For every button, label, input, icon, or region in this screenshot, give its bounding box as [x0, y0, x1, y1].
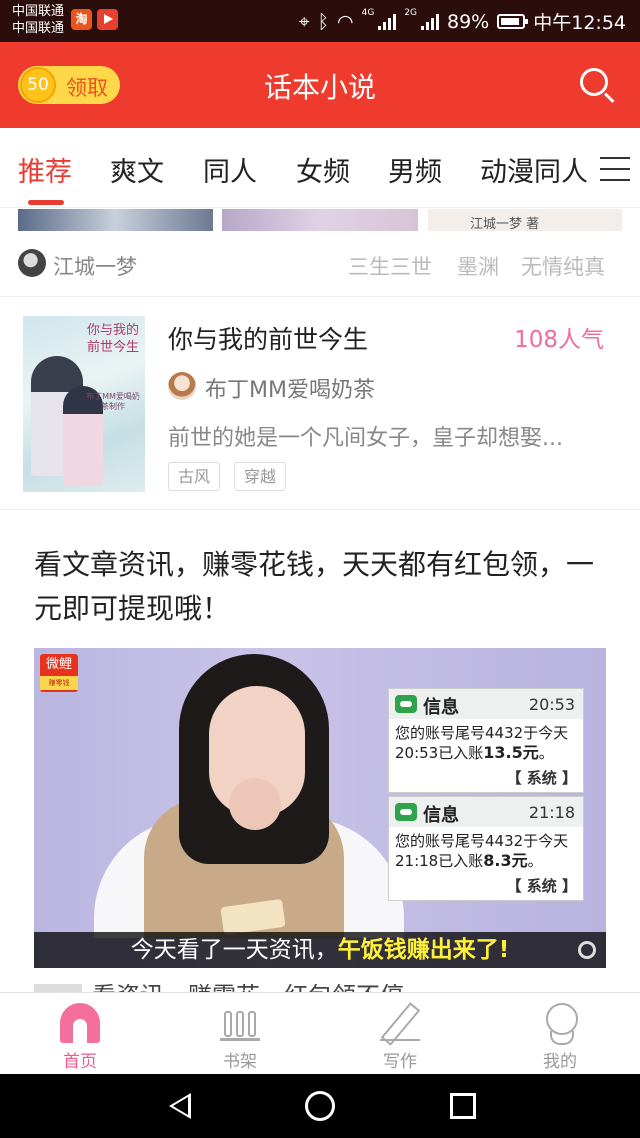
refresh-icon[interactable]	[578, 941, 596, 959]
status-bar: 中国联通 中国联通 淘 ⌖ ᛒ ◠ 4G 2G 89% 中午12:54	[0, 0, 640, 42]
recent-apps-icon[interactable]	[450, 1093, 476, 1119]
article-image[interactable]: 微鲤 赚零钱 信息 20:53 您的账号尾号4432于今天20:53已入账13.…	[34, 648, 606, 968]
carrier-2: 中国联通	[12, 21, 65, 36]
book-title[interactable]: 你与我的前世今生	[168, 320, 368, 356]
tab-anime-fanfic[interactable]: 动漫同人	[480, 150, 588, 189]
sms-notification: 信息 20:53 您的账号尾号4432于今天20:53已入账13.5元。 【 系…	[388, 688, 584, 793]
signal-icon	[378, 13, 397, 30]
work-tag[interactable]: 三生三世	[348, 251, 432, 281]
sms-notification: 信息 21:18 您的账号尾号4432于今天21:18已入账8.3元。 【 系统…	[388, 796, 584, 901]
signal-type-2: 2G	[404, 8, 417, 18]
weili-logo: 微鲤 赚零钱	[40, 654, 78, 692]
tab-recommended[interactable]: 推荐	[18, 150, 72, 189]
work-tag[interactable]: 墨渊	[457, 251, 499, 281]
app-title: 话本小说	[263, 71, 376, 104]
video-app-icon	[97, 9, 118, 30]
wifi-icon: ◠	[337, 10, 354, 33]
tab-male[interactable]: 男频	[388, 150, 442, 189]
back-icon[interactable]	[168, 1093, 191, 1119]
home-button-icon[interactable]	[305, 1091, 335, 1121]
profile-icon	[540, 1003, 580, 1045]
menu-icon[interactable]	[600, 157, 630, 181]
battery-icon	[497, 14, 529, 29]
genre-tag[interactable]: 古风	[168, 462, 221, 491]
avatar	[168, 372, 196, 400]
tab-female[interactable]: 女频	[296, 150, 350, 189]
bottom-navigation: 首页 书架 写作 我的	[0, 992, 640, 1074]
book-cover[interactable]: 你与我的前世今生 布丁MM爱喝奶茶制作	[23, 316, 145, 492]
book-author[interactable]: 布丁MM爱喝奶茶	[205, 372, 375, 404]
work-tag[interactable]: 无情纯真	[521, 251, 605, 281]
video-caption: 今天看了一天资讯，午饭钱赚出来了!	[34, 932, 606, 968]
app-header: 50 领取 话本小说	[0, 42, 640, 128]
active-tab-indicator	[28, 200, 64, 205]
nav-profile[interactable]: 我的	[500, 993, 620, 1075]
signal-type-1: 4G	[361, 8, 375, 18]
bluetooth-icon: ᛒ	[317, 10, 329, 33]
system-navigation-bar	[0, 1074, 640, 1138]
bookshelf-icon	[220, 1003, 260, 1043]
pen-icon	[380, 1003, 420, 1043]
book-cover-image[interactable]	[222, 209, 418, 231]
article-title[interactable]: 看文章资讯，赚零花钱，天天都有红包领，一元即可提现哦！	[34, 543, 614, 631]
carrier-info: 中国联通 中国联通	[12, 3, 64, 37]
nav-bookshelf[interactable]: 书架	[180, 993, 300, 1075]
book-list-item[interactable]: 你与我的前世今生 布丁MM爱喝奶茶制作 你与我的前世今生 108人气 布丁MM爱…	[0, 298, 640, 510]
cover-strip-text: 江城一梦 著	[470, 217, 540, 231]
genre-tag[interactable]: 穿越	[234, 462, 287, 491]
cover-strip: 江城一梦 著	[0, 209, 640, 231]
clock: 中午12:54	[533, 12, 626, 34]
nav-home[interactable]: 首页	[20, 993, 140, 1075]
book-description: 前世的她是一个凡间女子，皇子却想娶...	[168, 426, 563, 451]
location-icon: ⌖	[298, 10, 310, 33]
author-row[interactable]: 江城一梦 三生三世 墨渊 无情纯真	[0, 231, 640, 297]
status-indicators: ⌖ ᛒ ◠ 4G 2G 89% 中午12:54	[299, 8, 626, 35]
popularity-count: 108人气	[514, 327, 604, 353]
taobao-icon: 淘	[71, 9, 92, 30]
message-icon	[395, 695, 417, 713]
cover-subtitle: 布丁MM爱喝奶茶制作	[86, 392, 140, 411]
nav-write[interactable]: 写作	[340, 993, 460, 1075]
category-tabs: 推荐 爽文 同人 女频 男频 动漫同人	[0, 128, 640, 208]
avatar	[18, 249, 46, 277]
message-icon	[395, 803, 417, 821]
signal-icon-2	[421, 13, 439, 30]
carrier-1: 中国联通	[12, 4, 65, 19]
cover-title: 你与我的前世今生	[87, 323, 140, 355]
tab-shuangwen[interactable]: 爽文	[110, 150, 164, 189]
author-name[interactable]: 江城一梦	[53, 251, 137, 281]
battery-percent: 89%	[447, 10, 490, 33]
search-icon[interactable]	[578, 66, 618, 106]
home-icon	[60, 1003, 100, 1043]
tab-fanfic[interactable]: 同人	[203, 150, 257, 189]
book-cover-image[interactable]	[18, 209, 213, 231]
